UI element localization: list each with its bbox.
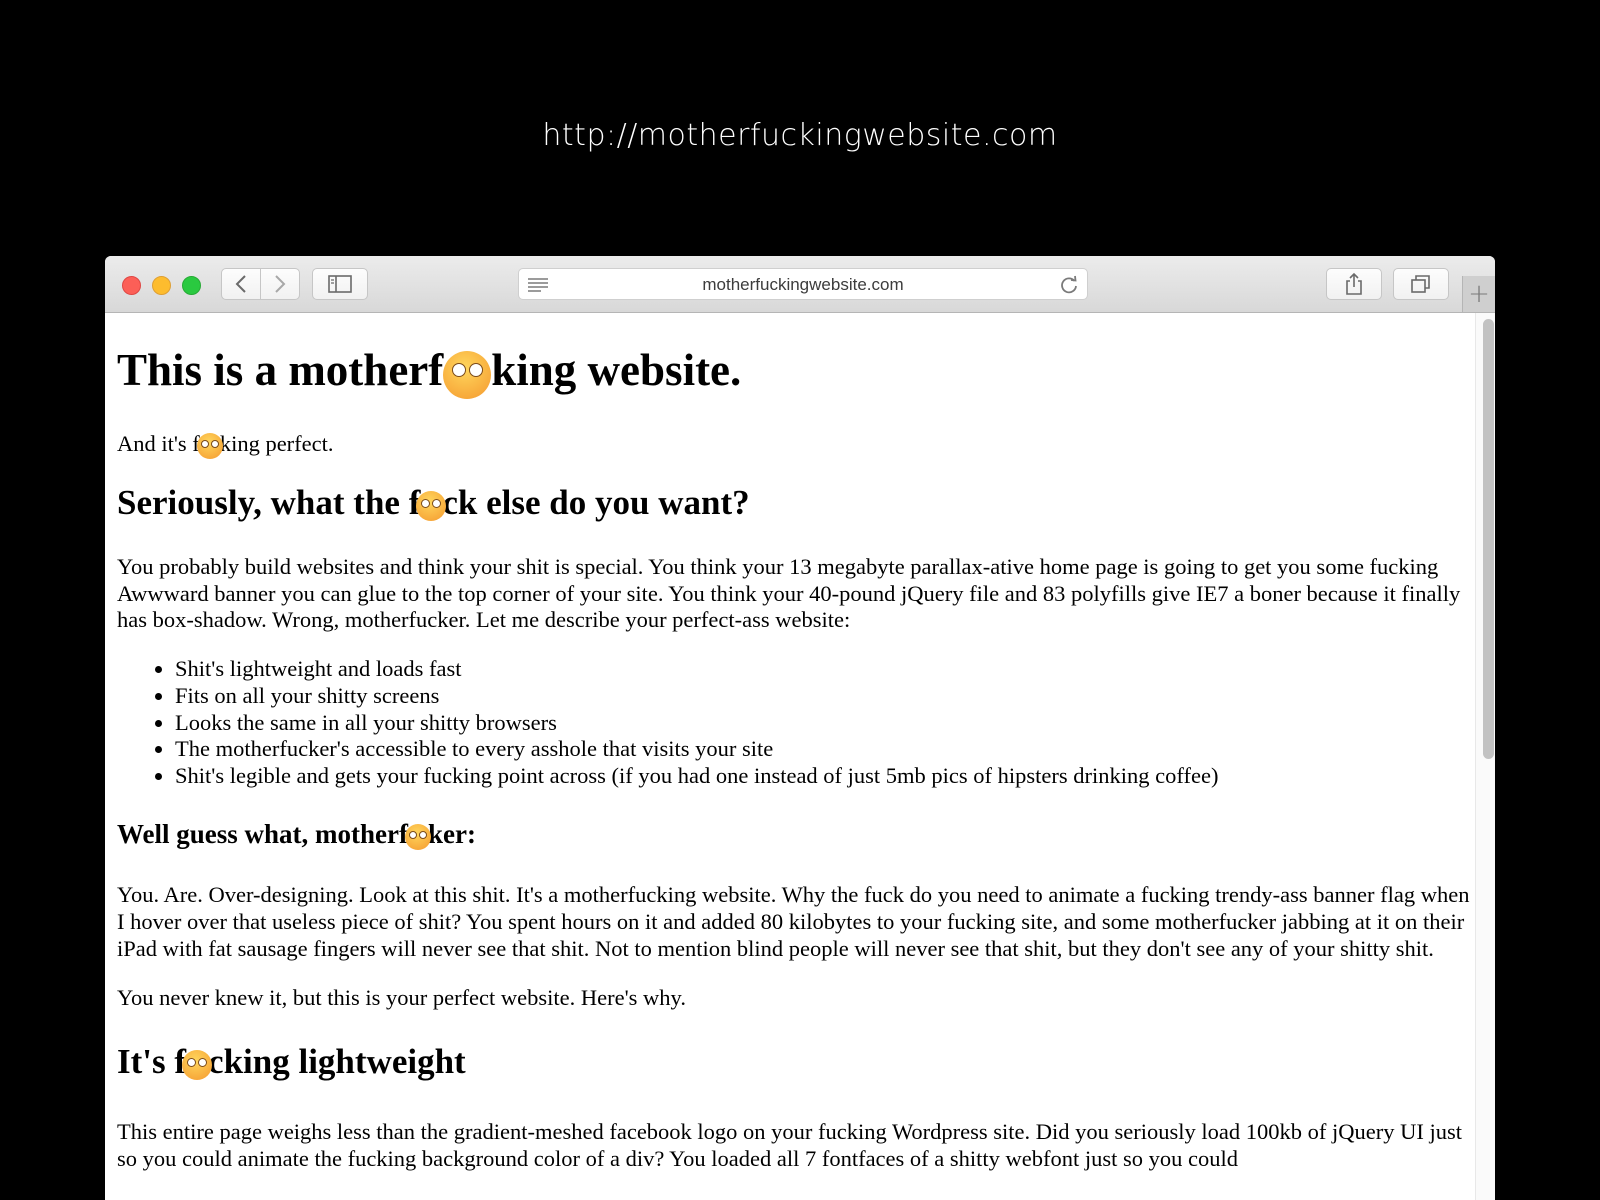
subheading-guess-what: Well guess what, motherf ker:: [117, 818, 1475, 850]
new-tab-button[interactable]: +: [1462, 276, 1495, 312]
share-button[interactable]: [1326, 268, 1382, 300]
paragraph-over-designing: You. Are. Over-designing. Look at this s…: [117, 882, 1470, 961]
section-heading-lightweight: It's f cking lightweight: [117, 1041, 1475, 1083]
list-item: Fits on all your shitty screens: [175, 683, 1475, 710]
address-text[interactable]: motherfuckingwebsite.com: [559, 275, 1047, 295]
zoom-window-button[interactable]: [182, 276, 201, 295]
share-icon: [1346, 272, 1362, 295]
list-item: The motherfucker's accessible to every a…: [175, 736, 1475, 763]
sidebar-toggle-button[interactable]: [312, 268, 368, 300]
paragraph-special: You probably build websites and think yo…: [117, 553, 1461, 633]
page-content: This is a motherf king website. And it's …: [105, 313, 1475, 1200]
minimize-window-button[interactable]: [152, 276, 171, 295]
heading-text-start: This is a motherf: [117, 345, 444, 395]
perfect-website-list: Shit's lightweight and loads fast Fits o…: [117, 656, 1475, 790]
section-heading-text-start: Seriously, what the f: [117, 482, 421, 522]
chevron-right-icon: [275, 275, 286, 293]
back-button[interactable]: [221, 268, 261, 300]
vertical-scrollbar[interactable]: [1475, 313, 1495, 1200]
intro-paragraph: And it's f king perfect.: [117, 431, 1475, 459]
slide-caption: http://motherfuckingwebsite.com: [542, 118, 1058, 153]
show-tabs-button[interactable]: [1393, 268, 1449, 300]
close-window-button[interactable]: [122, 276, 141, 295]
address-bar[interactable]: motherfuckingwebsite.com: [518, 268, 1088, 300]
page-heading: This is a motherf king website.: [117, 343, 1475, 399]
section-heading-text-start: It's f: [117, 1042, 187, 1082]
paragraph-perfect-website: You never knew it, but this is your perf…: [117, 984, 686, 1010]
list-item: Looks the same in all your shitty browse…: [175, 710, 1475, 737]
intro-text-start: And it's f: [117, 431, 200, 456]
intro-text-end: king perfect.: [219, 431, 334, 456]
browser-toolbar: motherfuckingwebsite.com +: [105, 256, 1495, 313]
scrollbar-thumb[interactable]: [1483, 319, 1494, 759]
list-item: Shit's legible and gets your fucking poi…: [175, 763, 1475, 790]
subheading-text-end: ker:: [427, 818, 476, 849]
section-heading-want: Seriously, what the f ck else do you want…: [117, 482, 1475, 524]
tabs-icon: [1411, 275, 1430, 293]
flushed-face-icon: [443, 350, 492, 399]
forward-button[interactable]: [260, 268, 300, 300]
heading-text-end: king website.: [491, 345, 742, 395]
flushed-face-icon: [196, 432, 223, 459]
section-heading-text-end: ck else do you want?: [442, 482, 750, 522]
sidebar-icon: [328, 275, 352, 293]
section-heading-text-end: cking lightweight: [208, 1042, 466, 1082]
reader-icon[interactable]: [527, 277, 549, 293]
flushed-face-icon: [404, 823, 431, 850]
paragraph-lightweight: This entire page weighs less than the gr…: [117, 1119, 1462, 1172]
subheading-text-start: Well guess what, motherf: [117, 818, 408, 849]
reload-icon[interactable]: [1059, 275, 1079, 295]
chevron-left-icon: [235, 275, 246, 293]
list-item: Shit's lightweight and loads fast: [175, 656, 1475, 683]
browser-window: motherfuckingwebsite.com + This is a mot…: [105, 256, 1495, 1200]
flushed-face-icon: [416, 490, 447, 521]
